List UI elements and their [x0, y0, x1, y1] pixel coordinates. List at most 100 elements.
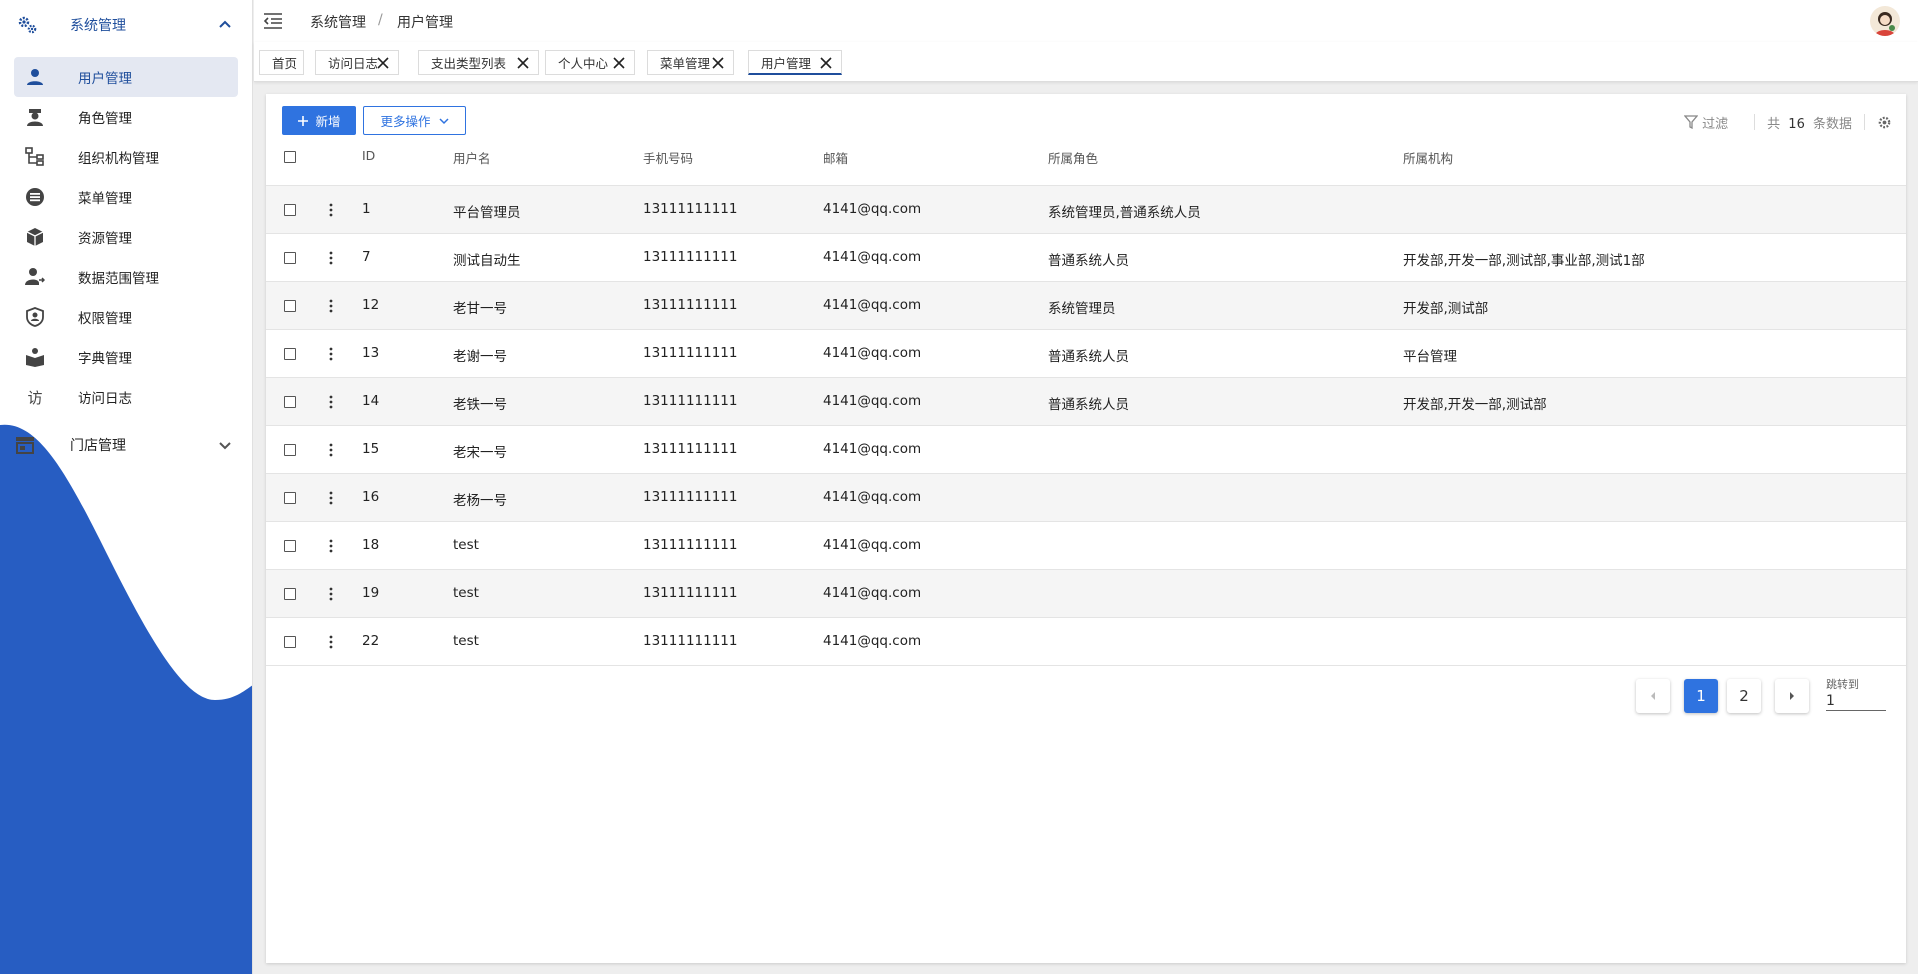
more-vert-icon[interactable] — [328, 347, 334, 361]
column-header[interactable]: 手机号码 — [643, 148, 693, 167]
tab-bar: 首页 访问日志 支出类型列表 个人中心 菜单管理 用户管理 — [254, 42, 1918, 82]
cell-org: 开发部,开发一部,测试部,事业部,测试1部 — [1403, 253, 1645, 269]
page-button[interactable]: 1 — [1684, 679, 1718, 713]
sidebar-item-menu[interactable]: 菜单管理 — [14, 177, 238, 217]
cell-id: 22 — [362, 633, 380, 649]
cell-username: 老宋一号 — [453, 445, 507, 461]
tab-visit-log[interactable]: 访问日志 — [315, 50, 399, 75]
table-row[interactable]: 18 test 13111111111 4141@qq.com — [266, 522, 1906, 570]
close-icon[interactable] — [612, 56, 626, 70]
close-icon[interactable] — [711, 56, 725, 70]
sidebar: 系统管理 用户管理 角色管理 组织机构管理 菜单管理 资源管理 数据范围管理 权… — [0, 0, 253, 974]
collapse-sidebar-icon[interactable] — [262, 10, 284, 32]
sidebar-item-permission[interactable]: 权限管理 — [14, 297, 238, 337]
table-row[interactable]: 12 老甘一号 13111111111 4141@qq.com 系统管理员 开发… — [266, 282, 1906, 330]
cell-phone: 13111111111 — [643, 297, 738, 313]
table-row[interactable]: 13 老谢一号 13111111111 4141@qq.com 普通系统人员 平… — [266, 330, 1906, 378]
tab-user-manage[interactable]: 用户管理 — [748, 50, 842, 75]
row-checkbox[interactable] — [284, 300, 296, 312]
row-checkbox[interactable] — [284, 204, 296, 216]
filter-icon — [1684, 115, 1699, 129]
cell-id: 16 — [362, 489, 380, 505]
table-row[interactable]: 1 平台管理员 13111111111 4141@qq.com 系统管理员,普通… — [266, 186, 1906, 234]
table-row[interactable]: 19 test 13111111111 4141@qq.com — [266, 570, 1906, 618]
tab-personal-center[interactable]: 个人中心 — [545, 50, 635, 75]
row-checkbox[interactable] — [284, 492, 296, 504]
total-count: 共 16 条数据 — [1767, 113, 1852, 132]
cell-phone: 13111111111 — [643, 201, 738, 217]
tab-home[interactable]: 首页 — [259, 50, 304, 75]
sidebar-item-label: 资源管理 — [78, 231, 132, 247]
sidebar-group-system[interactable]: 系统管理 — [0, 1, 252, 49]
table-row[interactable]: 7 测试自动生 13111111111 4141@qq.com 普通系统人员 开… — [266, 234, 1906, 282]
cell-phone: 13111111111 — [643, 249, 738, 265]
sidebar-item-dict[interactable]: 字典管理 — [14, 337, 238, 377]
cell-id: 13 — [362, 345, 380, 361]
more-vert-icon[interactable] — [328, 251, 334, 265]
column-header[interactable]: 用户名 — [453, 148, 491, 167]
org-tree-icon — [24, 146, 46, 168]
table-header: ID 用户名 手机号码 邮箱 所属角色 所属机构 — [266, 130, 1906, 186]
page-button[interactable]: 2 — [1727, 679, 1761, 713]
cell-email: 4141@qq.com — [823, 249, 922, 265]
more-vert-icon[interactable] — [328, 491, 334, 505]
sidebar-item-user[interactable]: 用户管理 — [14, 57, 238, 97]
sidebar-item-resource[interactable]: 资源管理 — [14, 217, 238, 257]
table-row[interactable]: 14 老铁一号 13111111111 4141@qq.com 普通系统人员 开… — [266, 378, 1906, 426]
row-checkbox[interactable] — [284, 396, 296, 408]
row-checkbox[interactable] — [284, 444, 296, 456]
sidebar-group-store[interactable]: 门店管理 — [0, 421, 252, 469]
user-icon — [24, 66, 46, 88]
cell-org: 开发部,测试部 — [1403, 301, 1489, 317]
more-vert-icon[interactable] — [328, 203, 334, 217]
cell-role: 普通系统人员 — [1048, 397, 1129, 413]
row-checkbox[interactable] — [284, 252, 296, 264]
avatar[interactable] — [1870, 6, 1900, 36]
cell-username: test — [453, 633, 479, 649]
sidebar-item-data-scope[interactable]: 数据范围管理 — [14, 257, 238, 297]
more-vert-icon[interactable] — [328, 299, 334, 313]
sidebar-item-org[interactable]: 组织机构管理 — [14, 137, 238, 177]
cell-email: 4141@qq.com — [823, 633, 922, 649]
column-header[interactable]: ID — [362, 148, 375, 163]
close-icon[interactable] — [376, 56, 390, 70]
cell-email: 4141@qq.com — [823, 537, 922, 553]
column-header[interactable]: 所属机构 — [1403, 148, 1453, 167]
close-icon[interactable] — [516, 56, 530, 70]
cell-phone: 13111111111 — [643, 345, 738, 361]
cell-username: 老甘一号 — [453, 301, 507, 317]
more-vert-icon[interactable] — [328, 635, 334, 649]
row-checkbox[interactable] — [284, 540, 296, 552]
sidebar-item-role[interactable]: 角色管理 — [14, 97, 238, 137]
cell-email: 4141@qq.com — [823, 393, 922, 409]
sidebar-item-visit-log[interactable]: 访 访问日志 — [14, 377, 238, 417]
filter-button[interactable]: 过滤 — [1684, 113, 1728, 132]
tab-menu-manage[interactable]: 菜单管理 — [647, 50, 734, 75]
next-page-button[interactable] — [1775, 679, 1809, 713]
settings-gear-icon[interactable] — [1877, 115, 1892, 130]
row-checkbox[interactable] — [284, 348, 296, 360]
row-checkbox[interactable] — [284, 588, 296, 600]
more-vert-icon[interactable] — [328, 443, 334, 457]
tab-label: 访问日志 — [328, 56, 379, 71]
close-icon[interactable] — [819, 56, 833, 70]
column-header[interactable]: 所属角色 — [1048, 148, 1098, 167]
more-vert-icon[interactable] — [328, 395, 334, 409]
more-vert-icon[interactable] — [328, 587, 334, 601]
cell-username: 测试自动生 — [453, 253, 521, 269]
sidebar-item-label: 组织机构管理 — [78, 151, 159, 167]
column-header[interactable]: 邮箱 — [823, 148, 848, 167]
sidebar-item-label: 用户管理 — [78, 71, 132, 87]
table-row[interactable]: 22 test 13111111111 4141@qq.com — [266, 618, 1906, 666]
prev-page-button[interactable] — [1636, 679, 1670, 713]
row-checkbox[interactable] — [284, 636, 296, 648]
breadcrumb-item[interactable]: 系统管理 — [310, 12, 366, 32]
more-vert-icon[interactable] — [328, 539, 334, 553]
tab-expense-types[interactable]: 支出类型列表 — [418, 50, 539, 75]
table-row[interactable]: 16 老杨一号 13111111111 4141@qq.com — [266, 474, 1906, 522]
cell-email: 4141@qq.com — [823, 297, 922, 313]
table-row[interactable]: 15 老宋一号 13111111111 4141@qq.com — [266, 426, 1906, 474]
select-all-checkbox[interactable] — [284, 151, 296, 163]
jump-to-input[interactable] — [1826, 691, 1886, 711]
cell-username: 老谢一号 — [453, 349, 507, 365]
